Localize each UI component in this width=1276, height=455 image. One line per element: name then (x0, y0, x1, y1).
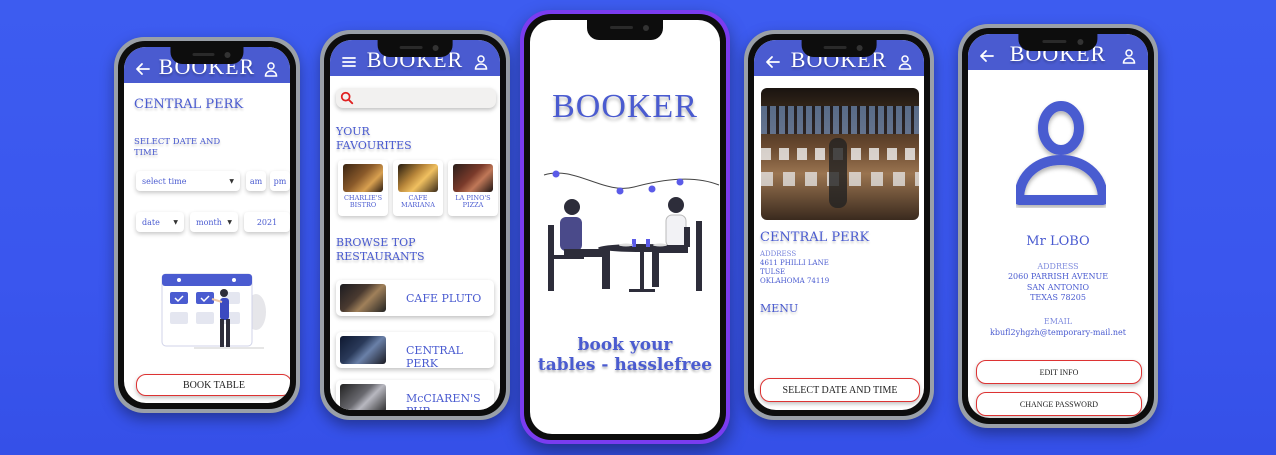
restaurant-card-label: McCIAREN'S PUB (406, 392, 481, 410)
tagline-line2: tables - hasslefree (537, 355, 713, 376)
back-arrow-icon[interactable] (134, 60, 152, 78)
home-screen: BOOKER YOUR FAVOURITES CHARLIE'S BISTRO C… (330, 40, 500, 410)
profile-address-block: ADDRESS 2060 PARRISH AVENUE SAN ANTONIO … (968, 262, 1148, 304)
time-select[interactable]: select time ▼ (136, 171, 240, 191)
change-password-button[interactable]: CHANGE PASSWORD (976, 392, 1142, 416)
restaurant-photo (340, 284, 386, 312)
phone-profile: BOOKER Mr LOBO ADDRESS 2060 PARRISH AVEN… (958, 24, 1158, 428)
restaurant-hero-photo (761, 88, 919, 220)
phone-home: BOOKER YOUR FAVOURITES CHARLIE'S BISTRO C… (320, 30, 510, 420)
menu-icon[interactable] (340, 53, 358, 71)
edit-info-button[interactable]: EDIT INFO (976, 360, 1142, 384)
address-block: ADDRESS 4611 PHILLI LANE TULSE OKLAHOMA … (760, 250, 829, 286)
booking-screen: BOOKER CENTRAL PERK SELECT DATE AND TIME… (124, 47, 290, 403)
email-value: kbufl2yhgzh@temporary-mail.net (990, 328, 1126, 338)
restaurant-photo (343, 164, 383, 192)
user-name: Mr LOBO (1026, 234, 1090, 249)
pm-toggle[interactable]: pm (270, 171, 290, 191)
address-line2: TULSE (760, 268, 786, 277)
search-icon (340, 91, 354, 105)
favourites-heading-line2: FAVOURITES (336, 138, 412, 152)
address-line3: TEXAS 78205 (1030, 293, 1086, 303)
phone-booking: BOOKER CENTRAL PERK SELECT DATE AND TIME… (114, 37, 300, 413)
month-select[interactable]: month ▼ (190, 212, 238, 232)
email-label: EMAIL (1043, 317, 1073, 326)
restaurant-photo (340, 336, 386, 364)
address-line1: 4611 PHILLI LANE (760, 259, 829, 268)
browse-heading-line2: RESTAURANTS (336, 249, 425, 263)
calendar-illustration (161, 273, 266, 349)
search-bar[interactable] (336, 88, 496, 108)
restaurant-card[interactable]: CAFE PLUTO (336, 280, 494, 316)
splash-screen: BOOKER book your tables - hasslefree (530, 20, 720, 434)
browse-heading: BROWSE TOP RESTAURANTS (336, 236, 425, 264)
phone-restaurant: BOOKER CENTRAL PERK ADDRESS 4611 PHILLI … (744, 30, 934, 420)
splash-title: BOOKER (552, 88, 698, 125)
user-icon[interactable] (1120, 47, 1138, 65)
phone-splash: BOOKER book your tables - hasslefree (520, 10, 730, 444)
select-label-line1: SELECT DATE AND (134, 137, 221, 147)
user-icon[interactable] (896, 53, 914, 71)
select-date-time-button[interactable]: SELECT DATE AND TIME (760, 378, 920, 402)
menu-heading: MENU (760, 302, 799, 315)
favourite-item[interactable]: CHARLIE'S BISTRO (338, 160, 388, 216)
user-icon[interactable] (262, 60, 280, 78)
favourite-item[interactable]: CAFE MARIANA (393, 160, 443, 216)
restaurant-card[interactable]: McCIAREN'S PUB (336, 380, 494, 410)
restaurant-photo (453, 164, 493, 192)
address-line2: SAN ANTONIO (1026, 282, 1090, 292)
restaurant-name: CENTRAL PERK (760, 230, 870, 245)
address-line3: OKLAHOMA 74119 (760, 277, 830, 286)
address-line1: 2060 PARRISH AVENUE (1007, 272, 1109, 282)
caret-down-icon: ▼ (173, 218, 178, 226)
profile-email-block: EMAIL kbufl2yhgzh@temporary-mail.net (968, 316, 1148, 338)
select-date-label: SELECT DATE AND TIME (134, 137, 220, 159)
profile-screen: BOOKER Mr LOBO ADDRESS 2060 PARRISH AVEN… (968, 34, 1148, 418)
favourite-label-line2: MARIANA (401, 201, 435, 210)
favourite-item[interactable]: LA PINO'S PIZZA (448, 160, 498, 216)
favourite-label-line2: PIZZA (462, 201, 484, 210)
restaurant-screen: BOOKER CENTRAL PERK ADDRESS 4611 PHILLI … (754, 40, 924, 410)
user-icon[interactable] (472, 53, 490, 71)
pm-label: pm (273, 176, 287, 186)
back-arrow-icon[interactable] (978, 47, 996, 65)
address-label: ADDRESS (1037, 262, 1079, 271)
favourite-label-line2: BISTRO (349, 201, 377, 210)
restaurant-card-label: CAFE PLUTO (406, 292, 482, 305)
browse-heading-line1: BROWSE TOP (336, 236, 416, 249)
dining-couple-illustration (543, 170, 720, 292)
month-select-value: month (196, 217, 222, 227)
restaurant-card-label: CENTRAL PERK (406, 344, 463, 370)
address-label: ADDRESS (760, 250, 797, 258)
tagline: book your tables - hasslefree (530, 335, 720, 376)
year-field[interactable]: 2021 (244, 212, 290, 232)
am-label: am (249, 176, 263, 186)
select-label-line2: TIME (134, 148, 158, 159)
profile-avatar-icon (1016, 101, 1106, 205)
restaurant-card[interactable]: CENTRAL PERK (336, 332, 494, 370)
back-arrow-icon[interactable] (764, 53, 782, 71)
book-table-button[interactable]: BOOK TABLE (136, 374, 290, 396)
caret-down-icon: ▼ (229, 177, 234, 185)
am-toggle[interactable]: am (246, 171, 266, 191)
favourites-list: CHARLIE'S BISTRO CAFE MARIANA LA PINO'S PIZ… (336, 160, 500, 220)
favourites-heading: YOUR FAVOURITES (336, 125, 412, 153)
time-select-value: select time (142, 176, 187, 186)
caret-down-icon: ▼ (227, 218, 232, 226)
restaurant-name: CENTRAL PERK (134, 97, 244, 112)
date-select[interactable]: date ▼ (136, 212, 184, 232)
favourites-heading-line1: YOUR (336, 125, 370, 138)
restaurant-photo (398, 164, 438, 192)
year-value: 2021 (256, 217, 278, 227)
date-select-value: date (142, 217, 160, 227)
restaurant-photo (340, 384, 386, 410)
tagline-line1: book your (577, 335, 673, 355)
